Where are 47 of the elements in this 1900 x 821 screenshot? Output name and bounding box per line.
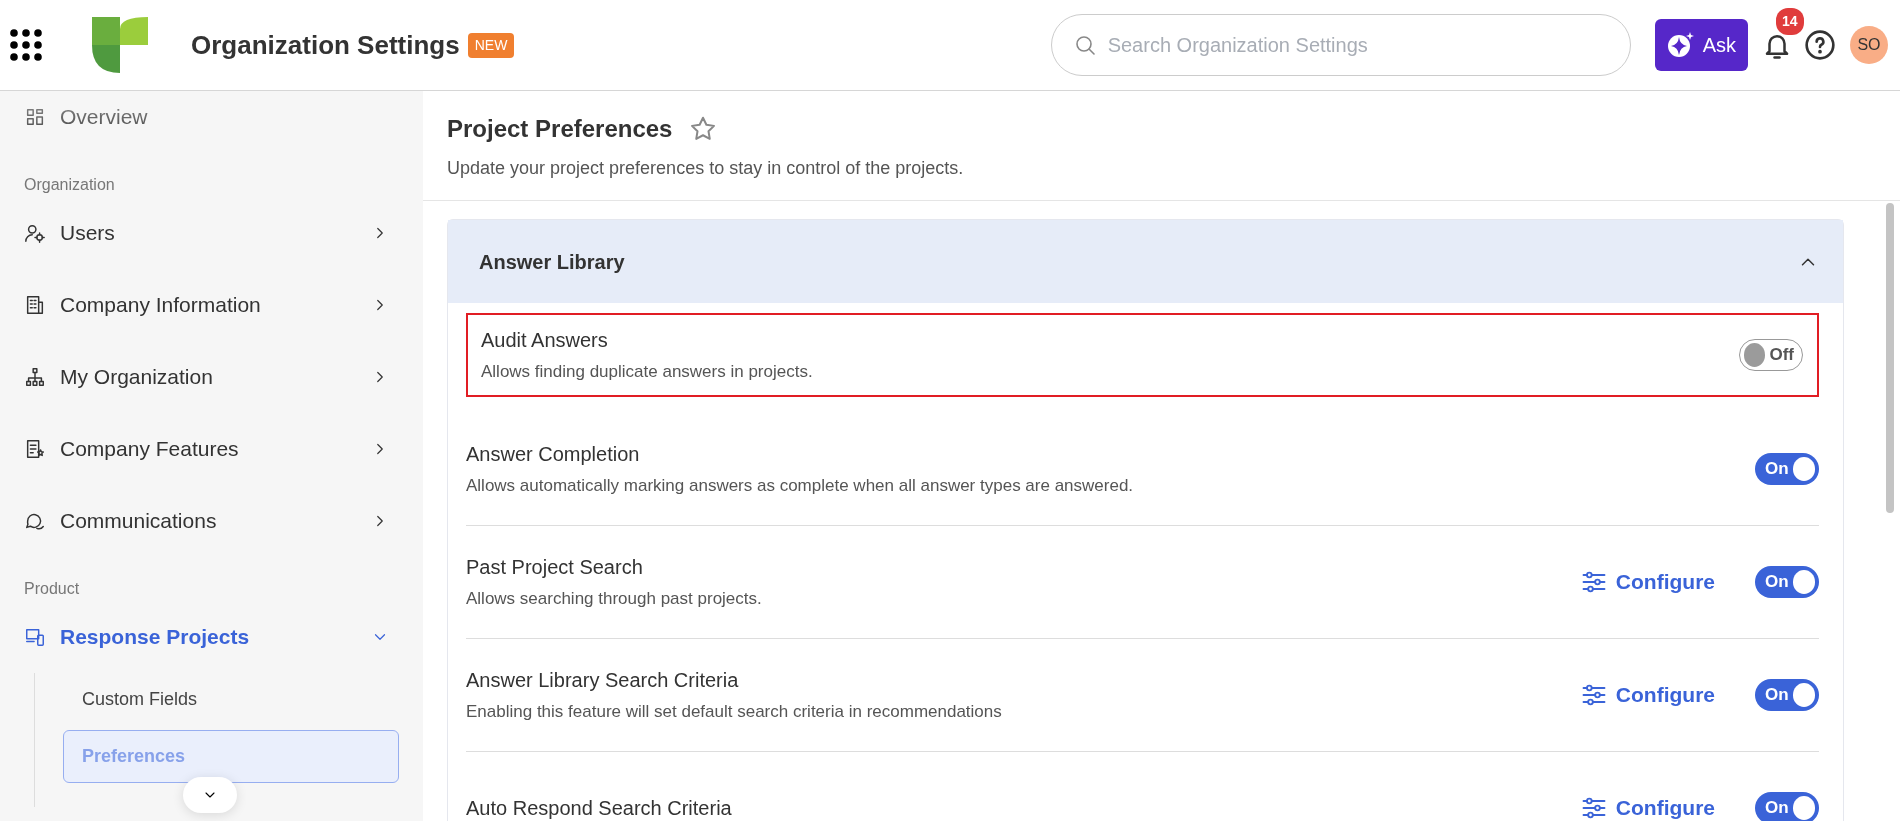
section-label: Organization — [24, 175, 116, 195]
user-avatar[interactable]: SO — [1850, 26, 1888, 64]
toggle-switch[interactable]: Off — [1739, 338, 1803, 371]
scrollbar-thumb[interactable] — [1886, 203, 1894, 513]
setting-description: Allows finding duplicate answers in projects. — [481, 361, 814, 383]
user-gear-icon — [24, 222, 46, 244]
sidebar-item[interactable]: Overview — [24, 91, 399, 153]
sidebar-item[interactable]: Company Information — [24, 269, 399, 341]
sidebar-item[interactable]: My Organization — [24, 341, 399, 413]
building-icon — [24, 294, 46, 316]
section-label: Product — [24, 579, 81, 599]
setting-description: Allows searching through past projects. — [466, 587, 763, 610]
setting-title: Answer Library Search Criteria — [466, 667, 740, 693]
setting-title: Auto Respond Search Criteria — [466, 795, 733, 821]
configure-button[interactable]: Configure — [1579, 678, 1715, 711]
sidebar-item[interactable]: Response Projects — [24, 601, 399, 673]
setting-title: Past Project Search — [466, 554, 644, 580]
submenu-item[interactable]: Custom Fields — [63, 673, 399, 726]
configure-button[interactable]: Configure — [1579, 791, 1715, 821]
setting-description: Allows automatically marking answers as complete when all answer types are answered. — [466, 474, 1135, 497]
logo-icon — [92, 17, 148, 73]
toggle-switch[interactable]: On — [1755, 678, 1819, 711]
dashboard-icon — [24, 106, 46, 128]
sidebar-item[interactable]: Communications — [24, 485, 399, 557]
page-title: Project Preferences — [447, 114, 673, 144]
panel-header[interactable]: Answer Library — [448, 220, 1843, 303]
devices-icon — [24, 626, 46, 648]
page-subtitle: Update your project preferences to stay in control of the projects. — [447, 157, 965, 180]
ask-button[interactable]: Ask — [1654, 19, 1748, 71]
help-icon[interactable] — [1804, 29, 1836, 61]
setting-title: Answer Completion — [466, 441, 641, 467]
toggle-switch[interactable]: On — [1755, 452, 1819, 485]
notification-count: 14 — [1776, 8, 1804, 35]
toggle-switch[interactable]: On — [1755, 791, 1819, 821]
setting-title: Audit Answers — [481, 328, 609, 353]
app-launcher-icon[interactable] — [10, 28, 42, 62]
sidebar-item[interactable]: Users — [24, 197, 399, 269]
new-tag: NEW — [467, 32, 515, 58]
sparkle-icon — [1666, 31, 1695, 59]
toggle-switch[interactable]: On — [1755, 565, 1819, 598]
sidebar-item[interactable]: Company Features — [24, 413, 399, 485]
hierarchy-icon — [24, 366, 46, 388]
setting-description: Enabling this feature will set default search criteria in recommendations — [466, 700, 1003, 723]
configure-button[interactable]: Configure — [1579, 565, 1715, 598]
list-star-icon — [24, 438, 46, 460]
app-title: Organization Settings — [191, 28, 460, 62]
search-field[interactable]: Search Organization Settings — [1050, 14, 1631, 76]
